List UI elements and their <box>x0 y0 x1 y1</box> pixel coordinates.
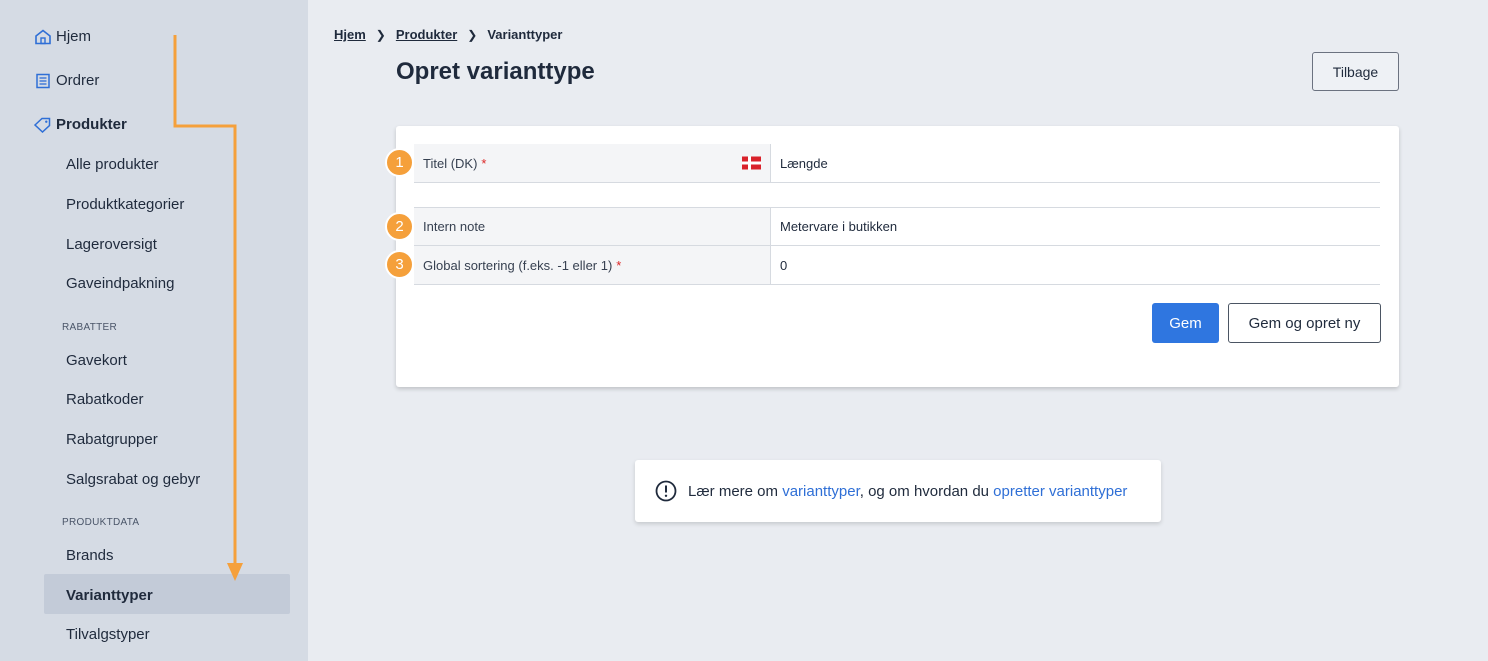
sidebar-item-sales-discount[interactable]: Salgsrabat og gebyr <box>66 471 200 488</box>
section-label-discounts: RABATTER <box>62 322 117 333</box>
step-badge: 2 <box>385 212 414 241</box>
page-title: Opret varianttype <box>396 58 595 85</box>
sidebar-item-discount-codes[interactable]: Rabatkoder <box>66 391 144 408</box>
field-label-text: Intern note <box>423 219 486 234</box>
sidebar-item-inventory[interactable]: Lageroversigt <box>66 236 157 253</box>
sidebar-item-label: Ordrer <box>56 72 100 89</box>
breadcrumb-current: Varianttyper <box>487 27 563 42</box>
chevron-right-icon: ❯ <box>375 27 386 42</box>
global-sort-input[interactable]: 0 <box>771 246 1380 284</box>
breadcrumb-home[interactable]: Hjem <box>334 27 366 42</box>
info-icon <box>655 480 677 502</box>
field-label: Titel (DK) * <box>414 144 771 182</box>
chevron-right-icon: ❯ <box>467 27 478 42</box>
form-card: Titel (DK) * Længde Intern note Metervar… <box>396 126 1399 387</box>
varianttypes-link[interactable]: varianttyper <box>782 483 860 500</box>
field-row-internal-note: Intern note Metervare i butikken <box>414 207 1380 246</box>
field-row-global-sort: Global sortering (f.eks. -1 eller 1) * 0 <box>414 246 1380 285</box>
step-badge: 3 <box>385 250 414 279</box>
sidebar-item-products[interactable]: Produkter <box>34 116 127 133</box>
sidebar-item-orders[interactable]: Ordrer <box>34 72 99 89</box>
sidebar-item-label: Produkter <box>56 116 127 133</box>
save-button[interactable]: Gem <box>1152 303 1219 343</box>
flag-dk-icon <box>742 156 761 170</box>
info-prefix: Lær mere om <box>688 482 783 500</box>
sidebar-item-gift-cards[interactable]: Gavekort <box>66 352 127 369</box>
sidebar: Hjem Ordrer Produkter Alle produkter Pro… <box>0 0 308 661</box>
info-middle: , og om hvordan du <box>859 482 994 500</box>
sidebar-item-product-categories[interactable]: Produktkategorier <box>66 196 184 213</box>
title-input[interactable]: Længde <box>771 144 1380 182</box>
breadcrumb-products[interactable]: Produkter <box>396 27 457 42</box>
home-icon <box>34 28 51 45</box>
required-marker: * <box>616 257 622 273</box>
save-and-new-button[interactable]: Gem og opret ny <box>1228 303 1381 343</box>
back-button[interactable]: Tilbage <box>1312 52 1399 91</box>
field-label: Intern note <box>414 208 771 245</box>
sidebar-item-discount-groups[interactable]: Rabatgrupper <box>66 431 158 448</box>
sidebar-item-gift-wrapping[interactable]: Gaveindpakning <box>66 275 174 292</box>
sidebar-item-label: Hjem <box>56 28 92 45</box>
sidebar-item-all-products[interactable]: Alle produkter <box>66 156 159 173</box>
field-row-title: Titel (DK) * Længde <box>414 144 1380 183</box>
section-label-productdata: PRODUKTDATA <box>62 517 140 528</box>
step-badge: 1 <box>385 148 414 177</box>
orders-icon <box>34 72 51 89</box>
sidebar-item-brands[interactable]: Brands <box>66 547 114 564</box>
field-label-text: Global sortering (f.eks. -1 eller 1) <box>423 257 613 273</box>
create-varianttypes-link[interactable]: opretter varianttyper <box>993 483 1127 500</box>
tag-icon <box>34 116 51 133</box>
field-label-text: Titel (DK) <box>423 155 478 171</box>
info-text: Lær mere om varianttyper, og om hvordan … <box>688 483 1127 500</box>
required-marker: * <box>481 155 487 171</box>
internal-note-input[interactable]: Metervare i butikken <box>771 208 1380 245</box>
sidebar-item-varianttypes[interactable]: Varianttyper <box>66 587 153 604</box>
sidebar-item-option-types[interactable]: Tilvalgstyper <box>66 626 150 643</box>
sidebar-item-home[interactable]: Hjem <box>34 28 91 45</box>
field-label: Global sortering (f.eks. -1 eller 1) * <box>414 246 771 284</box>
breadcrumb: Hjem ❯ Produkter ❯ Varianttyper <box>334 27 562 42</box>
info-box: Lær mere om varianttyper, og om hvordan … <box>635 460 1161 522</box>
